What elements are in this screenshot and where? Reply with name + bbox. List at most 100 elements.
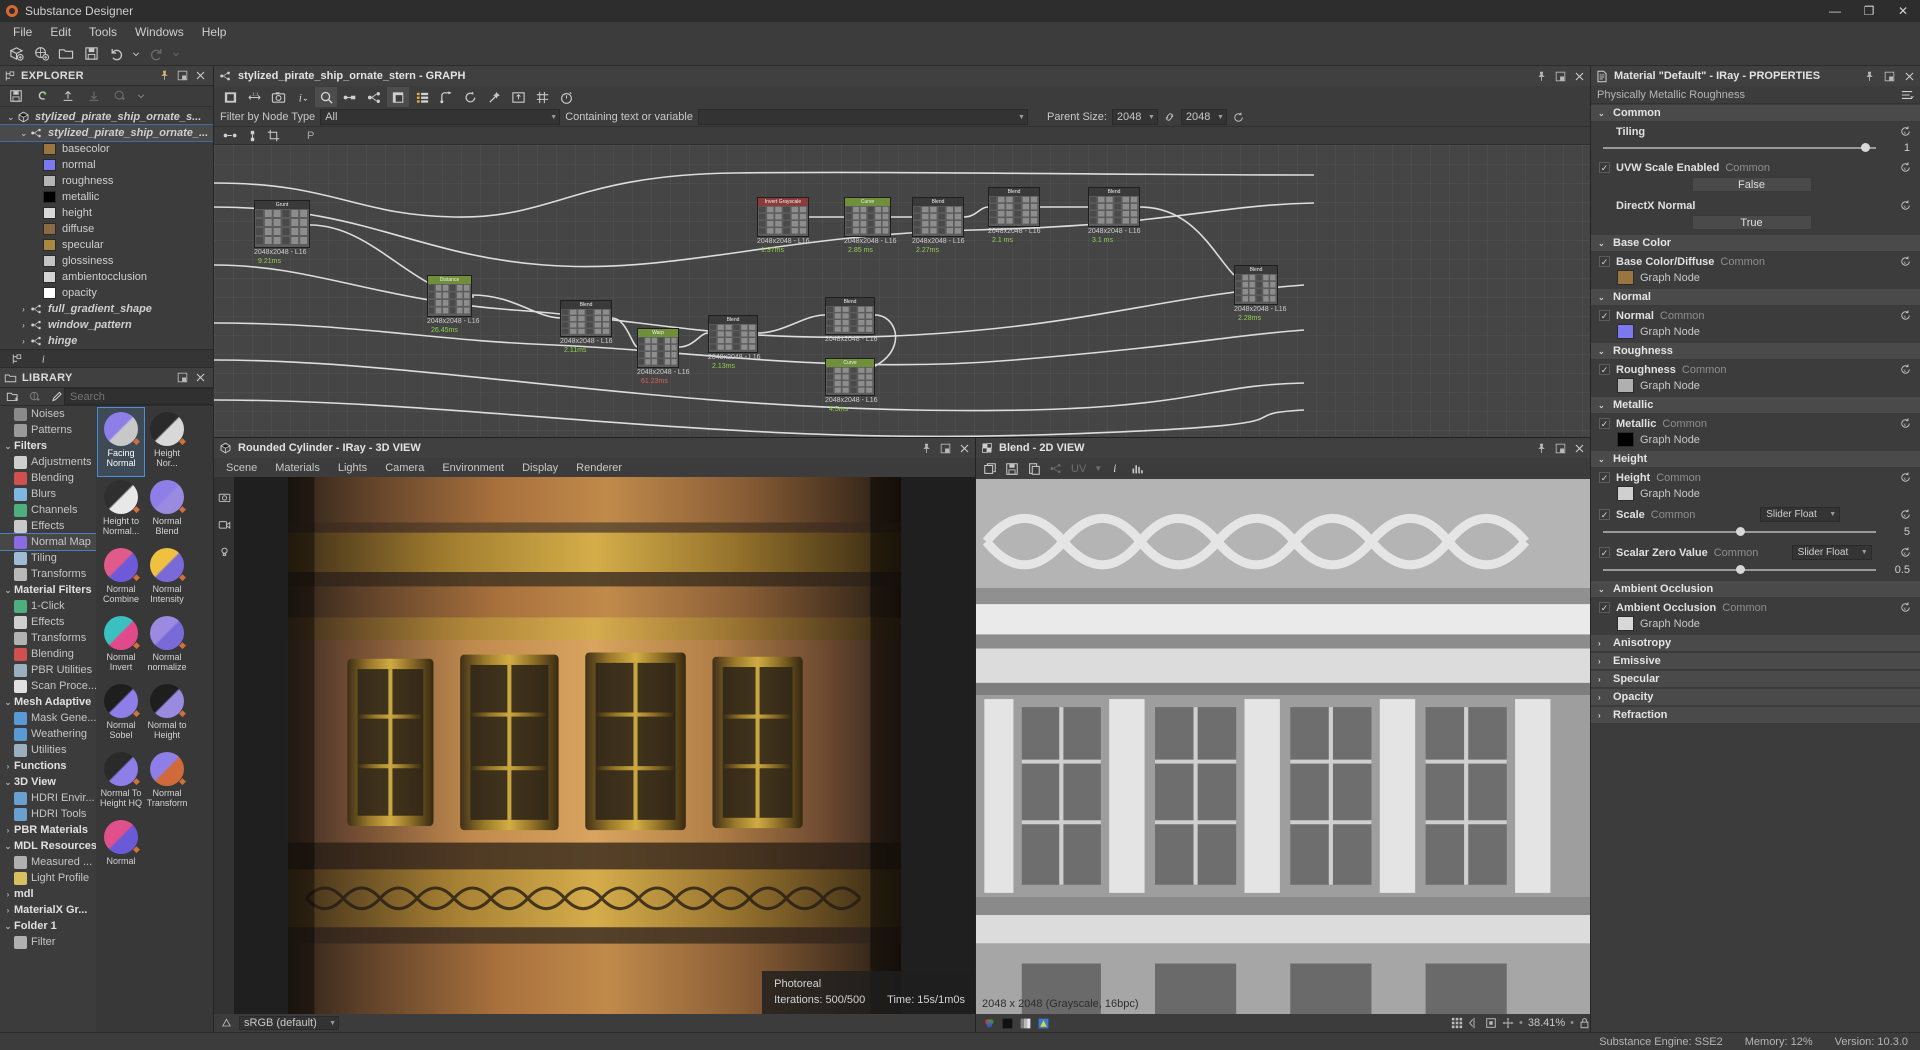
- explorer-item-height[interactable]: height: [0, 205, 213, 221]
- property-checkbox[interactable]: ✓: [1599, 547, 1610, 558]
- link-nodes-icon[interactable]: [339, 87, 361, 107]
- view3d-pin-icon[interactable]: [921, 443, 932, 454]
- save-icon[interactable]: [80, 44, 102, 64]
- new-substance-icon[interactable]: [31, 86, 53, 106]
- slider-knob[interactable]: [1861, 143, 1870, 152]
- graph-node[interactable]: Blend: [825, 297, 875, 335]
- node-info-icon[interactable]: i: [291, 87, 313, 107]
- explorer-item-stylized-pirate-ship-ornate-s[interactable]: ⌄stylized_pirate_ship_ornate_s...: [0, 109, 213, 125]
- maximize-button[interactable]: ❐: [1852, 0, 1886, 22]
- view2d-float-icon[interactable]: [1555, 443, 1566, 454]
- property-slider-tiling[interactable]: 1: [1591, 140, 1920, 158]
- menu-edit[interactable]: Edit: [41, 23, 80, 41]
- explorer-item-glossiness[interactable]: glossiness: [0, 253, 213, 269]
- property-checkbox[interactable]: ✓: [1599, 509, 1610, 520]
- float-icon[interactable]: [177, 70, 188, 81]
- property-section-ambient-occlusion[interactable]: ⌄Ambient Occlusion: [1591, 581, 1920, 598]
- library-caret-icon[interactable]: ⌄: [2, 698, 14, 707]
- library-node-normal-normalize[interactable]: ◆Normal normalize: [144, 612, 190, 680]
- property-section-refraction[interactable]: ›Refraction: [1591, 707, 1920, 724]
- view3d-canvas[interactable]: Photoreal Iterations: 500/500 Time: 15s/…: [214, 477, 975, 1014]
- property-reset-icon[interactable]: x: [1899, 255, 1912, 268]
- library-grid[interactable]: ◆Facing Normal◆Height Nor...◆Height to N…: [96, 406, 213, 1032]
- node-type-select[interactable]: All ▼: [320, 109, 560, 125]
- library-item-blurs[interactable]: Blurs: [0, 486, 96, 502]
- pin-graph-icon[interactable]: [247, 130, 258, 142]
- explorer-item-roughness[interactable]: roughness: [0, 173, 213, 189]
- undo-icon[interactable]: [105, 44, 127, 64]
- view3d-menu-scene[interactable]: Scene: [226, 462, 257, 474]
- pan-icon[interactable]: [1502, 1017, 1514, 1029]
- library-item-filter[interactable]: Filter: [0, 934, 96, 950]
- property-section-height[interactable]: ⌄Height: [1591, 451, 1920, 468]
- property-checkbox[interactable]: ✓: [1599, 602, 1610, 613]
- containing-text-input[interactable]: ▼: [698, 109, 1028, 125]
- library-node-normal[interactable]: ◆Normal: [98, 816, 144, 884]
- channel-black-icon[interactable]: [1001, 1017, 1014, 1030]
- flip-icon[interactable]: [1468, 1017, 1480, 1029]
- library-node-normal-to-height-hq[interactable]: ◆Normal To Height HQ: [98, 748, 144, 816]
- library-item-3d-view[interactable]: ⌄3D View: [0, 774, 96, 790]
- add-filter-icon[interactable]: [28, 390, 42, 403]
- property-checkbox[interactable]: ✓: [1599, 310, 1610, 321]
- property-graphnode-ambient-occlusion[interactable]: Graph Node: [1591, 616, 1920, 634]
- explorer-item-opacity[interactable]: opacity: [0, 285, 213, 301]
- explorer-item-basecolor[interactable]: basecolor: [0, 141, 213, 157]
- parent-size-width-select[interactable]: 2048 ▼: [1112, 109, 1158, 125]
- graph-node[interactable]: Blend: [1088, 187, 1140, 227]
- property-section-roughness[interactable]: ⌄Roughness: [1591, 343, 1920, 360]
- colorspace-icon[interactable]: [220, 1017, 233, 1029]
- graph-node[interactable]: Curve: [825, 358, 875, 396]
- link-sizes-icon[interactable]: [1163, 111, 1176, 123]
- redo-history-chevron-down-icon[interactable]: [170, 44, 182, 64]
- view3d-menu-display[interactable]: Display: [522, 462, 558, 474]
- menu-help[interactable]: Help: [193, 23, 236, 41]
- light-icon[interactable]: [218, 545, 231, 558]
- property-button-directx-normal[interactable]: True: [1692, 215, 1812, 230]
- properties-body[interactable]: ⌄CommonTilingx1✓UVW Scale EnabledCommonx…: [1591, 104, 1920, 1032]
- library-node-normal-intensity[interactable]: ◆Normal Intensity: [144, 544, 190, 612]
- save-package-icon[interactable]: [5, 86, 27, 106]
- view2d-info-icon[interactable]: i: [1110, 462, 1122, 475]
- library-item-mdl-resources[interactable]: ⌄MDL Resources: [0, 838, 96, 854]
- library-item-folder-1[interactable]: ⌄Folder 1: [0, 918, 96, 934]
- library-node-normal-sobel[interactable]: ◆Normal Sobel: [98, 680, 144, 748]
- property-section-emissive[interactable]: ›Emissive: [1591, 653, 1920, 670]
- property-checkbox[interactable]: ✓: [1599, 162, 1610, 173]
- property-section-opacity[interactable]: ›Opacity: [1591, 689, 1920, 706]
- crop-icon[interactable]: [267, 129, 280, 142]
- library-node-normal-transform[interactable]: ◆Normal Transform: [144, 748, 190, 816]
- graph-link-icon[interactable]: [1049, 462, 1063, 475]
- graph-node[interactable]: Blend: [708, 315, 758, 353]
- view2d-close-icon[interactable]: [1574, 443, 1585, 454]
- graph-node[interactable]: Distance: [427, 275, 472, 317]
- slider-knob[interactable]: [1736, 565, 1745, 574]
- explorer-item-diffuse[interactable]: diffuse: [0, 221, 213, 237]
- library-item-1-click[interactable]: 1-Click: [0, 598, 96, 614]
- channel-alpha-icon[interactable]: [1019, 1017, 1032, 1030]
- uv-chevron-down-icon[interactable]: ▼: [1094, 464, 1102, 473]
- property-section-common[interactable]: ⌄Common: [1591, 105, 1920, 122]
- tree-caret-icon[interactable]: ⌄: [4, 113, 17, 122]
- library-caret-icon[interactable]: ⌄: [2, 842, 14, 851]
- library-caret-icon[interactable]: ⌄: [2, 922, 14, 931]
- menu-tools[interactable]: Tools: [80, 23, 126, 41]
- color-picker-icon[interactable]: [1037, 1017, 1050, 1030]
- library-node-normal-to-height[interactable]: ◆Normal to Height: [144, 680, 190, 748]
- property-section-normal[interactable]: ⌄Normal: [1591, 289, 1920, 306]
- library-item-effects[interactable]: Effects: [0, 518, 96, 534]
- library-item-noises[interactable]: Noises: [0, 406, 96, 422]
- undo-history-chevron-down-icon[interactable]: [130, 44, 142, 64]
- explorer-item-specular[interactable]: specular: [0, 237, 213, 253]
- menu-windows[interactable]: Windows: [126, 23, 193, 41]
- property-reset-icon[interactable]: x: [1899, 125, 1912, 138]
- save-image-icon[interactable]: [1005, 462, 1019, 476]
- library-item-functions[interactable]: ›Functions: [0, 758, 96, 774]
- property-checkbox[interactable]: ✓: [1599, 418, 1610, 429]
- property-graphnode-roughness[interactable]: Graph Node: [1591, 378, 1920, 396]
- property-type-select[interactable]: Slider Float▼: [1792, 545, 1872, 560]
- library-item-mdl[interactable]: ›mdl: [0, 886, 96, 902]
- library-item-material-filters[interactable]: ⌄Material Filters: [0, 582, 96, 598]
- graph-node[interactable]: Curve: [844, 197, 891, 237]
- property-reset-icon[interactable]: x: [1899, 471, 1912, 484]
